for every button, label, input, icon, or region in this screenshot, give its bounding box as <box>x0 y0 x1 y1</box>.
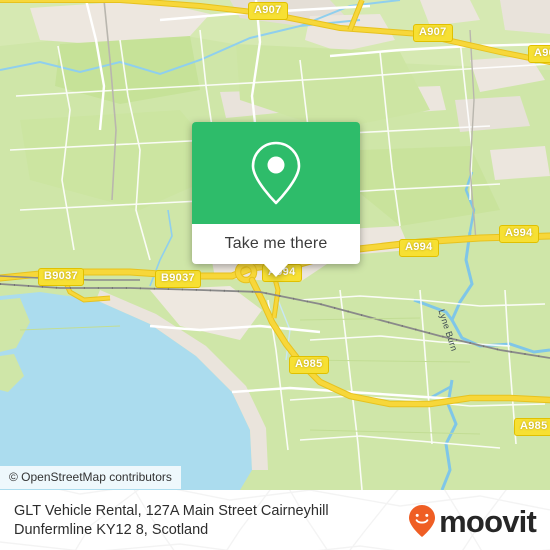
moovit-smiley-pin-icon <box>409 505 436 537</box>
popup-action-bar[interactable]: Take me there <box>192 224 360 277</box>
screenshot-root: A907 A907 A90 A994 A994 B9037 B9037 A994… <box>0 0 550 550</box>
road-shield-b9037-left: B9037 <box>38 268 84 286</box>
road-shield-a994-mid: A994 <box>399 239 439 257</box>
osm-attribution[interactable]: © OpenStreetMap contributors <box>0 466 181 489</box>
moovit-logo[interactable]: moovit <box>407 503 537 539</box>
location-address: GLT Vehicle Rental, 127A Main Street Cai… <box>14 502 394 540</box>
popup-header <box>192 122 360 224</box>
road-shield-a985-right: A985 <box>514 418 550 436</box>
map-canvas[interactable]: A907 A907 A90 A994 A994 B9037 B9037 A994… <box>0 0 550 490</box>
road-shield-a907-top: A907 <box>248 2 288 20</box>
road-shield-a90: A90 <box>528 45 550 63</box>
map-popup-card[interactable]: Take me there <box>192 122 360 277</box>
address-line-2: Dunfermline KY12 8, Scotland <box>14 522 209 538</box>
road-shield-a985-mid: A985 <box>289 356 329 374</box>
take-me-there-label: Take me there <box>224 235 328 252</box>
footer-bar: GLT Vehicle Rental, 127A Main Street Cai… <box>0 490 550 550</box>
road-shield-a907-right: A907 <box>413 24 453 42</box>
map-pin-icon <box>251 141 301 205</box>
moovit-wordmark: moovit <box>439 503 537 539</box>
road-shield-b9037-mid: B9037 <box>155 270 201 288</box>
popup-pointer-tail <box>263 263 289 277</box>
road-shield-a994-right: A994 <box>499 225 539 243</box>
address-line-1: GLT Vehicle Rental, 127A Main Street Cai… <box>14 503 329 519</box>
